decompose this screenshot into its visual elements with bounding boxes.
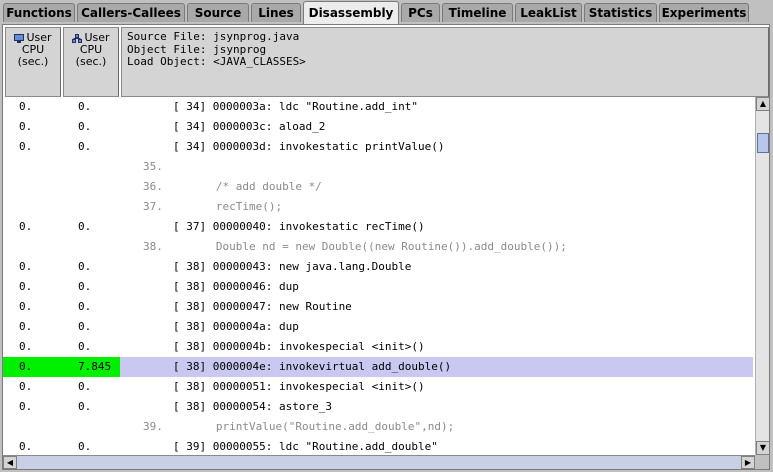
source-file-label: Source File: jsynprog.java bbox=[127, 30, 300, 43]
load-object-label: Load Object: <JAVA_CLASSES> bbox=[127, 55, 306, 68]
vertical-scroll-thumb[interactable] bbox=[757, 133, 769, 153]
exclusive-cpu-value: 0. bbox=[19, 280, 33, 293]
instruction: [ 39] 00000055: ldc "Routine.add_double" bbox=[173, 440, 438, 453]
instruction: [ 38] 00000046: dup bbox=[173, 280, 299, 293]
table-row[interactable]: 0. 0. [ 38] 00000054: astore_3 bbox=[3, 397, 753, 417]
source-line: 38. Double nd = new Double((new Routine(… bbox=[143, 240, 567, 253]
disassembly-panel: User CPU (sec.) User CPU (sec.) Source F… bbox=[2, 24, 770, 470]
tab-bar: Functions Callers-Callees Source Lines D… bbox=[0, 0, 773, 24]
instruction: [ 38] 00000054: astore_3 bbox=[173, 400, 332, 413]
tab-statistics[interactable]: Statistics bbox=[584, 3, 657, 22]
exclusive-cpu-value: 0. bbox=[19, 120, 33, 133]
exclusive-cpu-value: 0. bbox=[19, 140, 33, 153]
column-header-source-info[interactable]: Source File: jsynprog.java Object File: … bbox=[121, 27, 769, 97]
exclusive-cpu-value: 0. bbox=[19, 320, 33, 333]
inclusive-cpu-value: 0. bbox=[78, 320, 92, 333]
inclusive-cpu-value: 0. bbox=[78, 300, 92, 313]
inclusive-cpu-value: 0. bbox=[78, 380, 92, 393]
tab-experiments[interactable]: Experiments bbox=[659, 3, 749, 22]
inclusive-cpu-value: 0. bbox=[78, 440, 92, 453]
instruction: [ 37] 00000040: invokestatic recTime() bbox=[173, 220, 425, 233]
scrollbar-corner bbox=[755, 455, 769, 469]
exclusive-cpu-value: 0. bbox=[19, 260, 33, 273]
inclusive-cpu-value: 0. bbox=[78, 220, 92, 233]
table-row[interactable]: 0. 0. [ 39] 00000055: ldc "Routine.add_dou… bbox=[3, 437, 753, 455]
instruction: [ 38] 00000051: invokespecial <init>() bbox=[173, 380, 425, 393]
exclusive-cpu-value: 0. bbox=[19, 400, 33, 413]
table-row[interactable]: 39. printValue("Routine.add_double",nd); bbox=[3, 417, 753, 437]
instruction: [ 34] 0000003d: invokestatic printValue(… bbox=[173, 140, 445, 153]
inclusive-cpu-value: 0. bbox=[78, 280, 92, 293]
inclusive-cpu-value: 0. bbox=[78, 100, 92, 113]
scroll-left-arrow-icon[interactable]: ◀ bbox=[3, 456, 17, 469]
monitor-icon bbox=[14, 33, 25, 43]
table-row[interactable]: 0. 7.845 [ 38] 0000004e: invokevirtual add… bbox=[3, 357, 753, 377]
column-header-inclusive-user-cpu[interactable]: User CPU (sec.) bbox=[63, 27, 119, 97]
instruction: [ 34] 0000003c: aload_2 bbox=[173, 120, 326, 133]
tab-pcs[interactable]: PCs bbox=[401, 3, 440, 22]
table-row[interactable]: 38. Double nd = new Double((new Routine(… bbox=[3, 237, 753, 257]
tab-functions[interactable]: Functions bbox=[3, 3, 75, 22]
source-line: 39. printValue("Routine.add_double",nd); bbox=[143, 420, 455, 433]
instruction: [ 34] 0000003a: ldc "Routine.add_int" bbox=[173, 100, 419, 113]
source-line: 36. /* add double */ bbox=[143, 180, 322, 193]
table-row[interactable]: 0. 0. [ 34] 0000003c: aload_2 bbox=[3, 117, 753, 137]
tab-disassembly[interactable]: Disassembly bbox=[303, 1, 399, 24]
inclusive-cpu-value: 0. bbox=[78, 120, 92, 133]
column-header-exclusive-user-cpu[interactable]: User CPU (sec.) bbox=[5, 27, 61, 97]
object-file-label: Object File: jsynprog bbox=[127, 42, 267, 56]
inclusive-cpu-value: 7.845 bbox=[62, 357, 120, 377]
exclusive-cpu-value: 0. bbox=[19, 220, 33, 233]
hierarchy-icon bbox=[72, 33, 83, 43]
source-line: 35. bbox=[143, 160, 163, 173]
exclusive-cpu-value: 0. bbox=[19, 440, 33, 453]
exclusive-cpu-value: 0. bbox=[3, 357, 62, 377]
table-row[interactable]: 0. 0. [ 38] 00000046: dup bbox=[3, 277, 753, 297]
table-row[interactable]: 35. bbox=[3, 157, 753, 177]
source-line: 37. recTime(); bbox=[143, 200, 283, 213]
exclusive-cpu-value: 0. bbox=[19, 100, 33, 113]
exclusive-cpu-value: 0. bbox=[19, 340, 33, 353]
header-line3: (sec.) bbox=[75, 55, 107, 68]
instruction: [ 38] 0000004e: invokevirtual add_double… bbox=[173, 360, 452, 373]
inclusive-cpu-value: 0. bbox=[78, 400, 92, 413]
inclusive-cpu-value: 0. bbox=[78, 260, 92, 273]
tab-callers-callees[interactable]: Callers-Callees bbox=[77, 3, 185, 22]
header-line3: (sec.) bbox=[17, 55, 49, 68]
table-row[interactable]: 0. 0. [ 34] 0000003d: invokestatic printVa… bbox=[3, 137, 753, 157]
horizontal-scrollbar[interactable]: ◀ ▶ bbox=[3, 455, 755, 469]
table-row[interactable]: 0. 0. [ 38] 00000051: invokespecial <init>… bbox=[3, 377, 753, 397]
tab-timeline[interactable]: Timeline bbox=[442, 3, 513, 22]
instruction: [ 38] 00000043: new java.lang.Double bbox=[173, 260, 412, 273]
scroll-right-arrow-icon[interactable]: ▶ bbox=[741, 456, 755, 469]
table-row[interactable]: 0. 0. [ 37] 00000040: invokestatic recTime… bbox=[3, 217, 753, 237]
table-row[interactable]: 0. 0. [ 38] 0000004b: invokespecial <init>… bbox=[3, 337, 753, 357]
disassembly-list[interactable]: 0. 0. [ 34] 0000003a: ldc "Routine.add_int… bbox=[3, 97, 753, 455]
table-row[interactable]: 36. /* add double */ bbox=[3, 177, 753, 197]
table-row[interactable]: 0. 0. [ 38] 00000047: new Routine bbox=[3, 297, 753, 317]
instruction: [ 38] 0000004b: invokespecial <init>() bbox=[173, 340, 425, 353]
instruction: [ 38] 00000047: new Routine bbox=[173, 300, 352, 313]
table-row[interactable]: 0. 0. [ 34] 0000003a: ldc "Routine.add_int… bbox=[3, 97, 753, 117]
exclusive-cpu-value: 0. bbox=[19, 300, 33, 313]
tab-lines[interactable]: Lines bbox=[251, 3, 301, 22]
tab-source[interactable]: Source bbox=[187, 3, 249, 22]
table-row[interactable]: 0. 0. [ 38] 0000004a: dup bbox=[3, 317, 753, 337]
table-row[interactable]: 37. recTime(); bbox=[3, 197, 753, 217]
inclusive-cpu-value: 0. bbox=[78, 340, 92, 353]
instruction: [ 38] 0000004a: dup bbox=[173, 320, 299, 333]
vertical-scrollbar[interactable]: ▲ ▼ bbox=[755, 97, 769, 455]
exclusive-cpu-value: 0. bbox=[19, 380, 33, 393]
scroll-down-arrow-icon[interactable]: ▼ bbox=[756, 441, 769, 455]
inclusive-cpu-value: 0. bbox=[78, 140, 92, 153]
table-row[interactable]: 0. 0. [ 38] 00000043: new java.lang.Double bbox=[3, 257, 753, 277]
scroll-up-arrow-icon[interactable]: ▲ bbox=[756, 97, 769, 111]
tab-leaklist[interactable]: LeakList bbox=[515, 3, 582, 22]
